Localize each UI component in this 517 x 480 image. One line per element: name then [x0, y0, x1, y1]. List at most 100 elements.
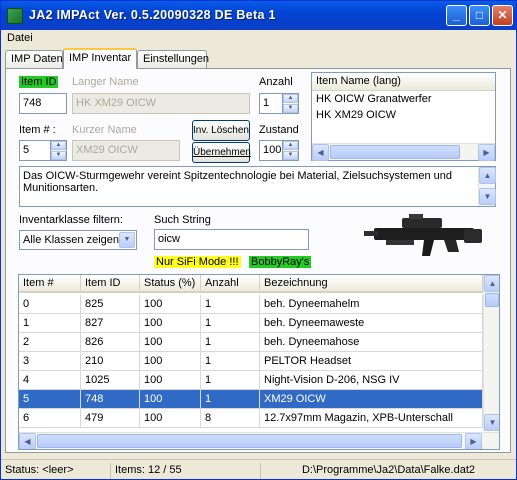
menu-bar: Datei — [1, 30, 516, 47]
table-row[interactable]: 5 748 100 1 XM29 OICW — [19, 390, 483, 409]
item-name-list-header[interactable]: Item Name (lang) — [312, 73, 495, 91]
item-id-label: Item ID — [19, 76, 59, 88]
scroll-up-icon[interactable]: ▲ — [484, 275, 499, 292]
cell-item-num: 2 — [19, 333, 81, 352]
vertical-scrollbar[interactable]: ▲ ▼ — [478, 167, 496, 206]
cell-item-id: 1025 — [81, 371, 140, 390]
scroll-right-icon[interactable]: ▶ — [465, 433, 482, 449]
scroll-down-icon[interactable]: ▼ — [479, 188, 496, 205]
scroll-left-icon[interactable]: ◀ — [312, 144, 329, 161]
cell-status: 100 — [140, 295, 201, 314]
cell-name: PELTOR Headset — [260, 352, 483, 371]
cell-status: 100 — [140, 333, 201, 352]
table-row[interactable]: 3 210 100 1 PELTOR Headset — [19, 352, 483, 371]
item-id-input[interactable]: 748 — [19, 93, 67, 114]
cell-item-id: 826 — [81, 333, 140, 352]
scroll-left-icon[interactable]: ◀ — [19, 433, 36, 449]
spin-down-icon[interactable]: ▼ — [51, 151, 66, 160]
item-number-label: Item # : — [19, 124, 56, 136]
bobbyrays-badge: BobbyRay's — [249, 256, 312, 268]
cell-item-num: 6 — [19, 409, 81, 428]
list-item[interactable]: HK XM29 OICW — [312, 107, 495, 123]
status-text: Status: <leer> — [1, 463, 111, 479]
app-window: JA2 IMPAct Ver. 0.5.20090328 DE Beta 1 _… — [0, 0, 517, 480]
item-name-list[interactable]: Item Name (lang) HK OICW Granatwerfer HK… — [311, 72, 496, 161]
item-number-spinner[interactable]: ▲ ▼ — [51, 140, 67, 161]
cell-item-num: 3 — [19, 352, 81, 371]
cell-item-id: 748 — [81, 390, 140, 409]
spin-up-icon[interactable]: ▲ — [283, 94, 298, 103]
cell-status: 100 — [140, 352, 201, 371]
long-name-input[interactable]: HK XM29 OICW — [72, 93, 250, 114]
scroll-down-icon[interactable]: ▼ — [484, 414, 499, 431]
cell-item-num: 0 — [19, 295, 81, 314]
app-icon — [7, 8, 23, 24]
col-header-item-num[interactable]: Item # — [19, 275, 81, 293]
item-number-input[interactable]: 5 — [19, 140, 51, 161]
items-count: Items: 12 / 55 — [111, 463, 261, 479]
cell-name: Night-Vision D-206, NSG IV — [260, 371, 483, 390]
spin-up-icon[interactable]: ▲ — [51, 141, 66, 150]
table-row[interactable]: 4 1025 100 1 Night-Vision D-206, NSG IV — [19, 371, 483, 390]
col-header-name[interactable]: Bezeichnung — [260, 275, 483, 293]
inventory-table[interactable]: Item # Item ID Status (%) Anzahl Bezeich… — [18, 274, 500, 450]
cell-name: beh. Dyneemahelm — [260, 295, 483, 314]
cell-status: 100 — [140, 371, 201, 390]
cell-status: 100 — [140, 314, 201, 333]
weapon-image — [364, 214, 482, 256]
status-bar: Status: <leer> Items: 12 / 55 D:\Program… — [1, 459, 516, 479]
long-name-label: Langer Name — [72, 76, 139, 88]
file-path: D:\Programme\Ja2\Data\Falke.dat2 — [301, 464, 476, 476]
inventory-panel: Item ID 748 Langer Name HK XM29 OICW Anz… — [5, 68, 511, 453]
class-filter-label: Inventarklasse filtern: — [19, 214, 123, 226]
cell-item-id: 827 — [81, 314, 140, 333]
table-horizontal-scrollbar[interactable]: ◀ ▶ — [19, 432, 499, 449]
quantity-label: Anzahl — [259, 76, 293, 88]
close-button[interactable]: ✕ — [492, 5, 513, 26]
close-icon: ✕ — [497, 8, 508, 22]
table-row[interactable]: 2 826 100 1 beh. Dyneemahose — [19, 333, 483, 352]
scrollbar-thumb[interactable] — [485, 293, 499, 307]
search-label: Such String — [154, 214, 211, 226]
condition-spinner[interactable]: ▲ ▼ — [283, 140, 299, 161]
apply-button[interactable]: Übernehmen — [192, 142, 251, 163]
tab-imp-inventar[interactable]: IMP Inventar — [63, 48, 137, 69]
tab-imp-daten[interactable]: IMP Daten — [5, 50, 63, 68]
col-header-quantity[interactable]: Anzahl — [201, 275, 260, 293]
condition-input[interactable]: 100 — [259, 140, 283, 161]
class-filter-select[interactable]: Alle Klassen zeigen ▼ — [19, 230, 137, 250]
short-name-input[interactable]: XM29 OICW — [72, 140, 180, 161]
scrollbar-thumb[interactable] — [330, 145, 460, 159]
spin-down-icon[interactable]: ▼ — [283, 104, 298, 113]
tab-einstellungen[interactable]: Einstellungen — [137, 50, 209, 68]
description-box[interactable]: Das OICW-Sturmgewehr vereint Spitzentech… — [19, 166, 496, 207]
col-header-item-id[interactable]: Item ID — [81, 275, 140, 293]
cell-item-num: 1 — [19, 314, 81, 333]
horizontal-scrollbar[interactable]: ◀ ▶ — [312, 143, 495, 161]
quantity-spinner[interactable]: ▲ ▼ — [283, 93, 299, 114]
spin-down-icon[interactable]: ▼ — [283, 151, 298, 160]
title-bar[interactable]: JA2 IMPAct Ver. 0.5.20090328 DE Beta 1 _… — [1, 1, 516, 30]
minimize-button[interactable]: _ — [446, 5, 467, 26]
table-header: Item # Item ID Status (%) Anzahl Bezeich… — [19, 275, 483, 293]
cell-quantity: 8 — [201, 409, 260, 428]
quantity-input[interactable]: 1 — [259, 93, 283, 114]
inv-delete-button[interactable]: Inv. Löschen — [192, 120, 250, 141]
chevron-down-icon[interactable]: ▼ — [119, 232, 135, 248]
table-row[interactable]: 1 827 100 1 beh. Dyneemaweste — [19, 314, 483, 333]
scrollbar-thumb[interactable] — [37, 434, 462, 448]
menu-file[interactable]: Datei — [7, 32, 33, 44]
cell-name: beh. Dyneemaweste — [260, 314, 483, 333]
maximize-button[interactable]: □ — [469, 5, 490, 26]
scroll-up-icon[interactable]: ▲ — [479, 167, 496, 184]
spin-up-icon[interactable]: ▲ — [283, 141, 298, 150]
col-header-status[interactable]: Status (%) — [140, 275, 201, 293]
list-item[interactable]: HK OICW Granatwerfer — [312, 91, 495, 107]
class-filter-value: Alle Klassen zeigen — [23, 234, 120, 246]
search-input[interactable]: oicw — [154, 229, 309, 250]
window-title: JA2 IMPAct Ver. 0.5.20090328 DE Beta 1 — [29, 8, 276, 22]
scroll-right-icon[interactable]: ▶ — [478, 144, 495, 161]
table-vertical-scrollbar[interactable]: ▲ ▼ — [483, 275, 499, 431]
table-row[interactable]: 6 479 100 8 12.7x97mm Magazin, XPB-Unterscha… — [19, 409, 483, 428]
table-row[interactable]: 0 825 100 1 beh. Dyneemahelm — [19, 295, 483, 314]
